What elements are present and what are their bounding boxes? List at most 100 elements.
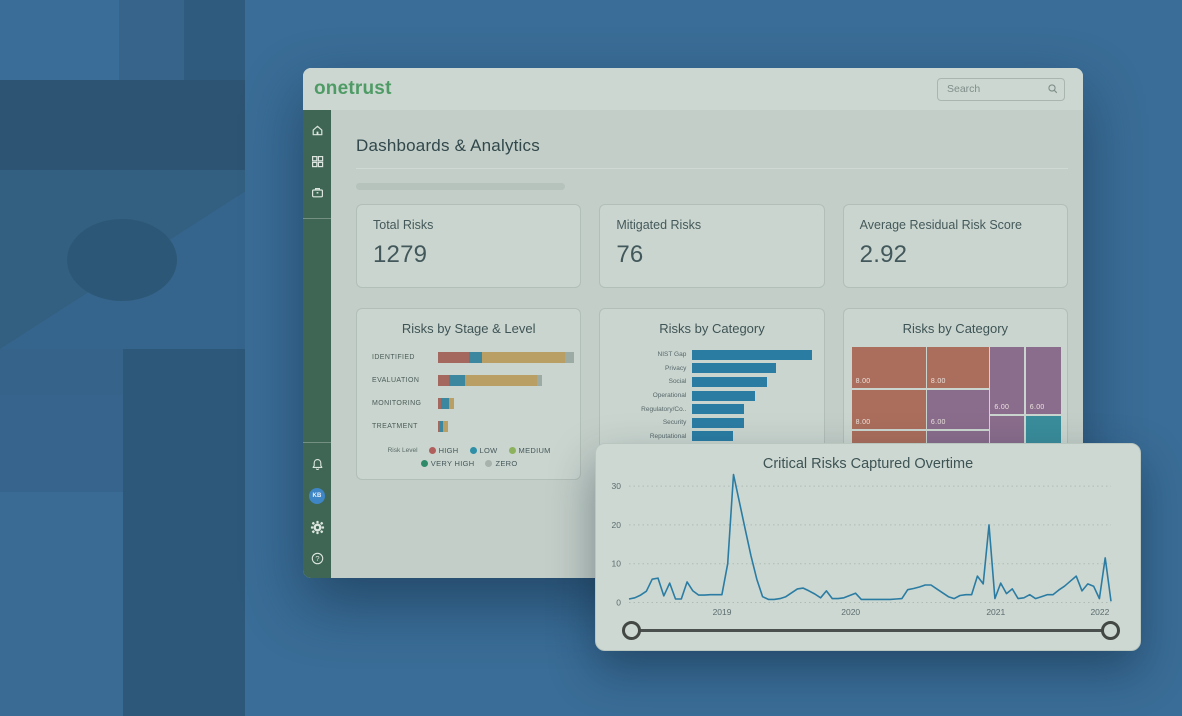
line-series	[629, 475, 1111, 602]
stacked-bar-chart: IDENTIFIEDEVALUATIONMONITORINGTREATMENTR…	[357, 336, 580, 468]
category-bar	[692, 418, 744, 428]
legend-dot	[509, 447, 516, 454]
kpi-value: 1279	[373, 241, 564, 269]
category-label: Privacy	[608, 365, 692, 372]
critical-risks-card: Critical Risks Captured Overtime 0102030…	[595, 443, 1141, 651]
kpi-card-avg-residual-risk: Average Residual Risk Score 2.92	[843, 204, 1068, 288]
sidebar-bottom-group: KB	[303, 440, 331, 566]
category-bar	[692, 350, 811, 360]
page-title: Dashboards & Analytics	[356, 136, 1068, 156]
legend-label: LOW	[480, 446, 498, 455]
legend-item: ZERO	[485, 459, 517, 468]
search-box[interactable]	[937, 78, 1065, 101]
chart-card-stage-level: Risks by Stage & Level IDENTIFIEDEVALUAT…	[356, 308, 581, 480]
category-bar	[692, 377, 767, 387]
bar-segment-zero	[537, 375, 542, 386]
treemap-cell-value: 6.00	[1030, 404, 1045, 411]
stacked-bar	[438, 398, 454, 409]
stage-label: TREATMENT	[372, 423, 438, 430]
bar-segment-medium	[482, 352, 565, 363]
legend-label: ZERO	[495, 459, 517, 468]
legend-dot	[470, 447, 477, 454]
legend-label: VERY HIGH	[431, 459, 475, 468]
backdrop-rect	[119, 0, 184, 80]
chart-title: Risks by Category	[600, 321, 823, 336]
sidebar-nav: KB	[303, 110, 331, 578]
stacked-bar-row: MONITORING	[372, 392, 566, 415]
title-divider	[356, 168, 1068, 169]
kpi-label: Average Residual Risk Score	[860, 218, 1051, 232]
category-bar-row: Security	[608, 416, 811, 430]
category-bar-row: Privacy	[608, 362, 811, 376]
bar-segment-medium	[443, 421, 448, 432]
chart-title: Risks by Stage & Level	[357, 321, 580, 336]
stage-label: MONITORING	[372, 400, 438, 407]
x-axis-tick-label: 2019	[713, 607, 732, 617]
category-bar-row: Social	[608, 375, 811, 389]
bar-segment-high	[438, 352, 469, 363]
treemap-cell: 6.00	[990, 347, 1023, 414]
kpi-card-mitigated-risks: Mitigated Risks 76	[599, 204, 824, 288]
y-axis-tick-label: 0	[616, 598, 621, 608]
treemap-cell: 8.00	[927, 347, 989, 388]
y-axis-tick-label: 20	[612, 520, 622, 530]
stacked-bar	[438, 375, 542, 386]
category-bar	[692, 391, 755, 401]
legend-dot	[421, 460, 428, 467]
backdrop-rect	[0, 395, 123, 492]
treemap-cell-value: 8.00	[931, 378, 946, 385]
briefcase-icon[interactable]	[310, 185, 325, 200]
time-range-slider-track[interactable]	[631, 629, 1110, 632]
line-chart: 01020302019202020212022	[596, 444, 1142, 652]
category-bar-row: Regulatory/Co..	[608, 402, 811, 416]
notifications-bell-icon[interactable]	[310, 457, 325, 472]
treemap-cell: 8.00	[852, 390, 926, 429]
y-axis-tick-label: 30	[612, 481, 622, 491]
treemap-cell-value: 6.00	[931, 419, 946, 426]
category-bar-chart: NIST GapPrivacySocialOperationalRegulato…	[600, 336, 823, 457]
bar-segment-zero	[565, 352, 574, 363]
settings-gear-icon[interactable]	[310, 520, 325, 535]
category-bar	[692, 404, 744, 414]
bar-segment-medium	[465, 375, 537, 386]
home-icon[interactable]	[310, 123, 325, 138]
backdrop-rect	[0, 492, 123, 716]
kpi-card-total-risks: Total Risks 1279	[356, 204, 581, 288]
stacked-bar-row: TREATMENT	[372, 415, 566, 438]
stacked-bar-row: EVALUATION	[372, 369, 566, 392]
category-bar	[692, 363, 776, 373]
treemap-cell: 8.00	[852, 347, 926, 388]
legend-label: HIGH	[439, 446, 459, 455]
help-icon[interactable]: ?	[310, 551, 325, 566]
treemap-cell: 6.00	[927, 390, 989, 429]
bar-segment-low	[469, 352, 482, 363]
category-label: Reputational	[608, 433, 692, 440]
stage-label: EVALUATION	[372, 377, 438, 384]
dashboard-grid-icon[interactable]	[310, 154, 325, 169]
legend-item: VERY HIGH	[421, 459, 475, 468]
legend-title: Risk Level	[388, 447, 418, 454]
x-axis-tick-label: 2020	[841, 607, 860, 617]
category-bar-row: Reputational	[608, 430, 811, 444]
stacked-bar	[438, 421, 448, 432]
legend-item: HIGH	[429, 446, 459, 455]
category-label: Social	[608, 378, 692, 385]
time-range-slider-handle-left[interactable]	[622, 621, 641, 640]
breadcrumb-placeholder	[356, 183, 565, 190]
backdrop-circle	[67, 219, 177, 301]
stacked-bar	[438, 352, 574, 363]
bar-segment-high	[438, 375, 449, 386]
category-bar-row: Operational	[608, 389, 811, 403]
treemap-cell-value: 8.00	[856, 378, 871, 385]
time-range-slider-handle-right[interactable]	[1101, 621, 1120, 640]
treemap-cell-value: 8.00	[856, 419, 871, 426]
kpi-row: Total Risks 1279 Mitigated Risks 76 Aver…	[356, 204, 1068, 288]
category-label: Security	[608, 419, 692, 426]
y-axis-tick-label: 10	[612, 559, 622, 569]
x-axis-tick-label: 2021	[986, 607, 1005, 617]
bar-segment-low	[441, 398, 449, 409]
legend-dot	[429, 447, 436, 454]
kpi-label: Total Risks	[373, 218, 564, 232]
category-bar	[692, 431, 733, 441]
user-avatar[interactable]: KB	[309, 488, 325, 504]
